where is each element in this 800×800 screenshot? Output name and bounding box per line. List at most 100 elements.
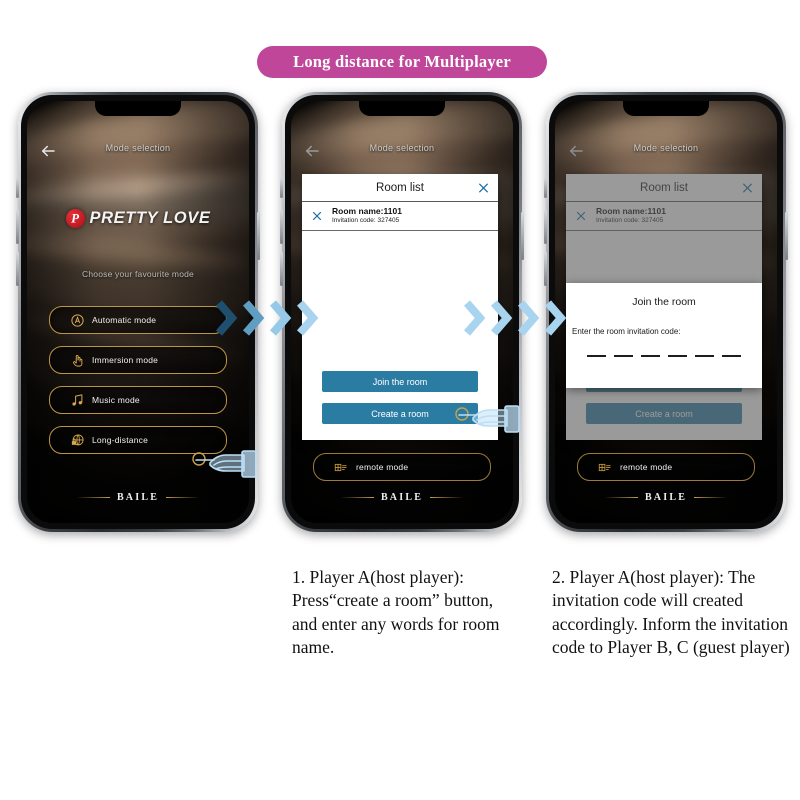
automatic-circle-a-icon [70,313,85,328]
row-close-x-icon[interactable] [575,210,587,222]
app-header: Mode selection [555,141,777,163]
mode-button-remote[interactable]: remote mode [313,453,491,481]
dialog-header: Room list [302,174,498,202]
mode-button-remote[interactable]: remote mode [577,453,755,481]
pointing-hand-cursor-icon [455,396,521,452]
chevron-right-icon [241,298,267,338]
join-the-room-button[interactable]: Join the room [322,371,478,392]
footer-brand-text: BAILE [380,492,424,503]
caption-step-1: 1. Player A(host player): Press“create a… [292,567,500,657]
code-slot[interactable] [614,355,633,357]
chevron-right-icon [516,298,542,338]
phone-mockup-3: Mode selection remote mode BAILE Room li… [544,92,788,532]
logo-badge-icon: P [65,209,85,228]
code-slot[interactable] [587,355,606,357]
phone-side-button-power[interactable] [785,212,788,260]
room-name: Room name:1101 [596,206,666,217]
phone-notch [359,101,445,116]
join-dialog-prompt: Enter the room invitation code: [572,327,681,336]
phone-side-button-volume-down[interactable] [280,252,283,286]
dialog-header: Room list [566,174,762,202]
mode-label: Long-distance [92,435,148,445]
globe-lock-icon [70,433,85,448]
mode-button-music[interactable]: Music mode [49,386,227,414]
invitation-code: Invitation code: 327405 [596,217,664,225]
phone-side-button-power[interactable] [521,212,524,260]
phone-side-button-volume-up[interactable] [544,210,547,244]
phone-screen-3: Mode selection remote mode BAILE Room li… [555,101,777,523]
footer-rule-left [339,497,374,498]
app-header: Mode selection [27,141,249,163]
footer-brand-text: BAILE [644,492,688,503]
room-name: Room name:1101 [332,206,402,217]
phone-side-button-volume-down[interactable] [544,252,547,286]
dialog-title: Room list [376,181,424,194]
mode-label: Immersion mode [92,355,159,365]
title-banner: Long distance for Multiplayer [257,46,547,78]
page-title: Mode selection [633,143,699,153]
footer-rule-left [75,497,110,498]
mode-label: Music mode [92,395,140,405]
chevron-right-icon [489,298,515,338]
pointing-hand-cursor-icon [192,441,258,497]
phone-notch [95,101,181,116]
music-note-icon [70,393,85,408]
remote-mode-icon [598,460,613,475]
footer-brand: BAILE [291,492,513,503]
phone-side-button-mute[interactable] [544,178,547,198]
mode-button-automatic[interactable]: Automatic mode [49,306,227,334]
mode-button-list-background: remote mode [577,453,755,493]
invitation-code: Invitation code: 327405 [332,217,400,225]
pointing-hand-icon [70,353,85,368]
row-close-x-icon[interactable] [311,210,323,222]
chevron-right-icon [462,298,488,338]
logo-badge-letter: P [71,210,80,226]
phone-side-button-mute[interactable] [280,178,283,198]
mode-button-immersion[interactable]: Immersion mode [49,346,227,374]
code-slot[interactable] [695,355,714,357]
footer-rule-left [603,497,638,498]
close-x-icon[interactable] [741,181,754,194]
create-a-room-button[interactable]: Create a room [586,403,742,424]
phone-side-button-volume-down[interactable] [16,252,19,286]
dialog-title: Room list [640,181,688,194]
footer-rule-right [694,497,729,498]
chevron-right-icon [295,298,321,338]
join-room-dialog: Join the room Enter the room invitation … [566,283,762,388]
chevron-right-icon [268,298,294,338]
mode-label: remote mode [356,462,409,472]
close-x-icon[interactable] [477,181,490,194]
code-slot[interactable] [641,355,660,357]
footer-rule-right [166,497,201,498]
chevron-right-icon [214,298,240,338]
remote-mode-icon [334,460,349,475]
caption-step-2: 2. Player A(host player): The invitation… [552,567,790,657]
join-dialog-title: Join the room [632,296,696,308]
brand-logo: P PRETTY LOVE [27,209,249,228]
flow-arrow-group-1 [214,298,321,338]
phone-side-button-volume-up[interactable] [280,210,283,244]
invitation-code-input[interactable] [566,336,762,357]
footer-brand: BAILE [555,492,777,503]
mode-label: Automatic mode [92,315,157,325]
room-list-row[interactable]: Room name:1101 Invitation code: 327405 [566,202,762,231]
footer-rule-right [430,497,465,498]
poster-stage: Long distance for Multiplayer Mode selec… [0,0,800,800]
banner-title: Long distance for Multiplayer [293,52,511,71]
mode-label: remote mode [620,462,673,472]
app-header: Mode selection [291,141,513,163]
phone-notch [623,101,709,116]
code-slot[interactable] [668,355,687,357]
phone-side-button-mute[interactable] [16,178,19,198]
mode-prompt: Choose your favourite mode [82,269,194,279]
page-title: Mode selection [105,143,171,153]
phone-side-button-power[interactable] [257,212,260,260]
chevron-right-icon [543,298,569,338]
flow-arrow-group-2 [462,298,569,338]
code-slot[interactable] [722,355,741,357]
footer-brand-text: BAILE [116,492,160,503]
page-title: Mode selection [369,143,435,153]
mode-button-list-background: remote mode [313,453,491,493]
room-list-row[interactable]: Room name:1101 Invitation code: 327405 [302,202,498,231]
phone-side-button-volume-up[interactable] [16,210,19,244]
